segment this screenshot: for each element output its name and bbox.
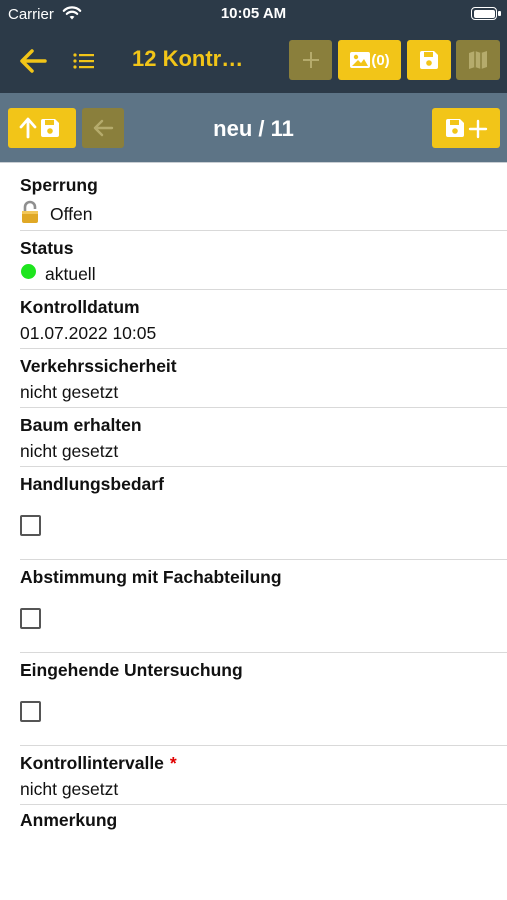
save-icon <box>420 51 438 69</box>
new-save-plus-icon <box>446 119 488 139</box>
field-label: Anmerkung <box>20 810 118 830</box>
field-baum-erhalten[interactable]: Baum erhalten nicht gesetzt <box>20 408 507 467</box>
list-icon[interactable] <box>72 49 96 73</box>
new-record-button[interactable] <box>432 108 500 148</box>
field-value: Offen <box>20 200 93 226</box>
baum-erhalten-value: nicht gesetzt <box>20 441 119 461</box>
kontrolldatum-value: 01.07.2022 10:05 <box>20 323 157 343</box>
upload-save-button[interactable] <box>8 108 76 148</box>
field-abstimmung: Abstimmung mit Fachabteilung <box>20 560 507 653</box>
field-label: Eingehende Untersuchung <box>20 660 243 680</box>
record-navigation-bar: neu / 11 <box>0 93 507 163</box>
save-button[interactable] <box>407 40 451 80</box>
field-verkehrssicherheit[interactable]: Verkehrssicherheit nicht gesetzt <box>20 349 507 408</box>
kontrollintervalle-value: nicht gesetzt <box>20 779 119 799</box>
previous-record-button[interactable] <box>82 108 124 148</box>
lock-icon <box>22 200 38 223</box>
field-label: Kontrolldatum <box>20 297 140 317</box>
status-dot-icon <box>21 264 36 279</box>
field-label: Handlungsbedarf <box>20 474 164 494</box>
abstimmung-checkbox[interactable] <box>20 608 41 629</box>
field-anmerkung[interactable]: Anmerkung <box>20 805 507 845</box>
verkehrssicherheit-value: nicht gesetzt <box>20 382 119 402</box>
photo-count: (0) <box>371 51 390 69</box>
back-arrow-icon[interactable] <box>18 47 48 75</box>
prev-arrow-icon <box>93 119 114 137</box>
untersuchung-checkbox[interactable] <box>20 701 41 722</box>
status-value: aktuell <box>45 264 96 284</box>
upload-save-icon <box>19 117 59 139</box>
handlungsbedarf-checkbox[interactable] <box>20 515 41 536</box>
kontrollintervalle-label: Kontrollintervalle <box>20 753 164 773</box>
field-label: Abstimmung mit Fachabteilung <box>20 567 282 587</box>
map-button[interactable] <box>456 40 500 80</box>
record-counter: neu / 11 <box>213 116 294 141</box>
ios-status-bar: Carrier 10:05 AM <box>0 0 507 30</box>
inspection-form: Sperrung Offen Status aktuell Kontrollda… <box>0 164 507 845</box>
battery-icon <box>471 7 501 20</box>
field-sperrung[interactable]: Sperrung Offen <box>20 164 507 231</box>
field-label: Baum erhalten <box>20 415 142 435</box>
field-label: Sperrung <box>20 175 98 195</box>
field-value: aktuell <box>20 264 96 285</box>
field-kontrolldatum[interactable]: Kontrolldatum 01.07.2022 10:05 <box>20 290 507 349</box>
required-marker: * <box>169 753 177 773</box>
field-kontrollintervalle[interactable]: Kontrollintervalle * nicht gesetzt <box>20 746 507 805</box>
map-icon <box>469 51 487 69</box>
plus-icon <box>302 52 319 68</box>
field-status[interactable]: Status aktuell <box>20 231 507 290</box>
page-title: 12 Kontr… <box>132 46 244 71</box>
photos-button[interactable]: (0) <box>338 40 401 80</box>
photo-icon <box>350 52 371 68</box>
field-label: Kontrollintervalle * <box>20 753 177 774</box>
top-navigation-bar: 12 Kontr… (0) <box>0 30 507 93</box>
add-button[interactable] <box>289 40 332 80</box>
field-label: Status <box>20 238 74 258</box>
field-handlungsbedarf: Handlungsbedarf <box>20 467 507 560</box>
clock: 10:05 AM <box>220 5 287 22</box>
sperrung-value: Offen <box>50 203 93 224</box>
field-label: Verkehrssicherheit <box>20 356 177 376</box>
field-untersuchung: Eingehende Untersuchung <box>20 653 507 746</box>
